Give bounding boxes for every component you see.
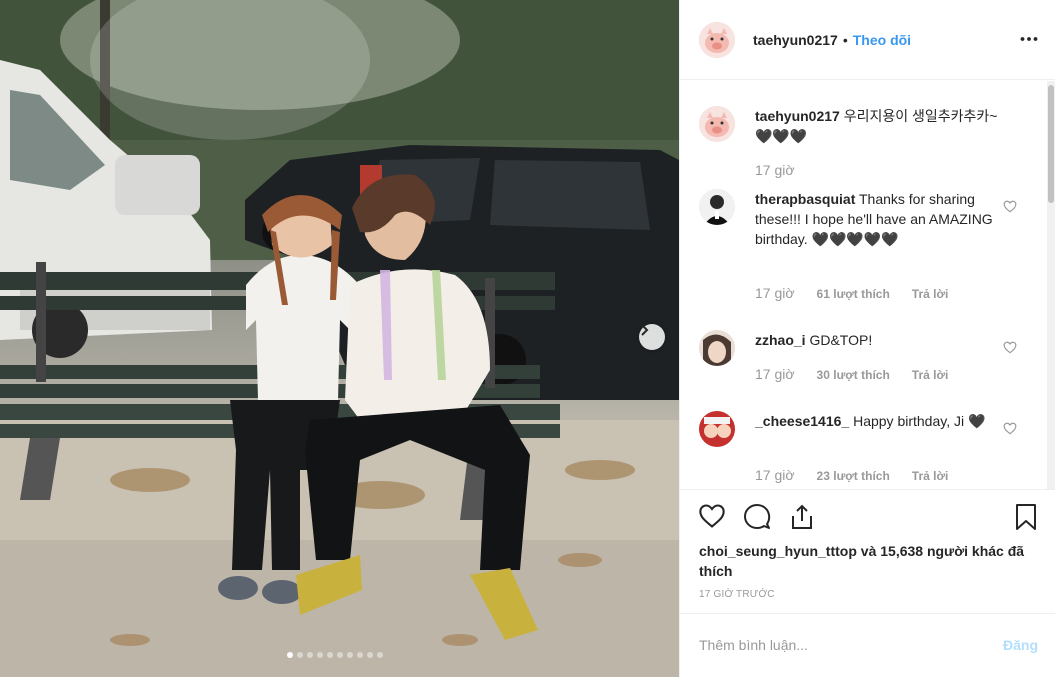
comment-time[interactable]: 17 giờ bbox=[755, 162, 795, 178]
caption-comment: taehyun0217 우리지용이 생일추카추카~🖤🖤🖤 17 giờ bbox=[699, 106, 1029, 186]
carousel-dot bbox=[377, 652, 383, 658]
comment-username[interactable]: _cheese1416_ bbox=[755, 413, 849, 429]
carousel-indicator bbox=[287, 652, 383, 658]
bookmark-icon bbox=[1016, 504, 1036, 530]
comment-like-button[interactable] bbox=[1003, 341, 1017, 359]
pig-avatar-icon bbox=[699, 106, 735, 142]
more-horizontal-icon bbox=[1020, 37, 1038, 41]
carousel-dot bbox=[367, 652, 373, 658]
comment-username[interactable]: therapbasquiat bbox=[755, 191, 855, 207]
comment-body: _cheese1416_ Happy birthday, Ji 🖤 bbox=[755, 411, 1013, 431]
comment-item: zzhao_i GD&TOP! 17 giờ 30 lượt thích Trả… bbox=[699, 330, 1029, 390]
share-icon bbox=[792, 504, 812, 529]
comment-likes[interactable]: 61 lượt thích bbox=[817, 287, 890, 301]
comment-meta: 17 giờ 61 lượt thích Trả lời bbox=[755, 285, 948, 301]
comment-text: Happy birthday, Ji 🖤 bbox=[849, 413, 986, 429]
user-photo-avatar-icon bbox=[699, 411, 735, 447]
comment-body: therapbasquiat Thanks for sharing these!… bbox=[755, 189, 1013, 249]
share-button[interactable] bbox=[788, 503, 816, 536]
like-button[interactable] bbox=[698, 503, 726, 534]
comment-avatar[interactable] bbox=[699, 189, 735, 225]
heart-outline-icon bbox=[1003, 200, 1017, 213]
post-timestamp[interactable]: 17 GIỜ TRƯỚC bbox=[699, 589, 775, 600]
author-avatar[interactable] bbox=[699, 21, 735, 58]
header-separator: • bbox=[842, 31, 848, 48]
comment-bubble-icon bbox=[744, 504, 771, 529]
save-button[interactable] bbox=[1014, 503, 1038, 536]
carousel-dot bbox=[317, 652, 323, 658]
comment-text: GD&TOP! bbox=[805, 332, 873, 348]
comment-time[interactable]: 17 giờ bbox=[755, 285, 795, 301]
heart-outline-icon bbox=[1003, 341, 1017, 354]
comment-meta: 17 giờ 30 lượt thích Trả lời bbox=[755, 366, 948, 382]
carousel-dot bbox=[327, 652, 333, 658]
carousel-next-button[interactable] bbox=[639, 324, 665, 350]
author-username[interactable]: taehyun0217 bbox=[753, 32, 838, 48]
post-header: taehyun0217 • Theo dõi bbox=[680, 0, 1055, 80]
comment-meta: 17 giờ bbox=[755, 162, 795, 178]
comments-list[interactable]: taehyun0217 우리지용이 생일추카추카~🖤🖤🖤 17 giờ ther… bbox=[680, 81, 1055, 489]
heart-icon bbox=[699, 504, 725, 528]
comment-input[interactable] bbox=[699, 634, 989, 656]
heart-outline-icon bbox=[1003, 422, 1017, 435]
likes-summary[interactable]: choi_seung_hyun_tttop và 15,638 người kh… bbox=[699, 541, 1039, 581]
comment-avatar[interactable] bbox=[699, 411, 735, 447]
comment-avatar[interactable] bbox=[699, 106, 735, 142]
carousel-dot bbox=[307, 652, 313, 658]
comment-button[interactable] bbox=[743, 503, 771, 536]
post-photo[interactable] bbox=[0, 0, 679, 677]
pig-avatar-icon bbox=[699, 21, 735, 58]
comment-username[interactable]: zzhao_i bbox=[755, 332, 806, 348]
user-photo-avatar-icon bbox=[699, 330, 735, 366]
comment-time[interactable]: 17 giờ bbox=[755, 467, 795, 483]
comment-body: taehyun0217 우리지용이 생일추카추카~🖤🖤🖤 bbox=[755, 106, 1013, 146]
carousel-dot bbox=[337, 652, 343, 658]
comment-like-button[interactable] bbox=[1003, 200, 1017, 218]
comment-username[interactable]: taehyun0217 bbox=[755, 108, 840, 124]
reply-button[interactable]: Trả lời bbox=[912, 469, 949, 483]
more-options-button[interactable] bbox=[1020, 30, 1038, 53]
carousel-dot bbox=[297, 652, 303, 658]
comment-likes[interactable]: 30 lượt thích bbox=[817, 368, 890, 382]
comment-body: zzhao_i GD&TOP! bbox=[755, 330, 1013, 350]
user-photo-avatar-icon bbox=[699, 189, 735, 225]
carousel-dot bbox=[287, 652, 293, 658]
comment-item: therapbasquiat Thanks for sharing these!… bbox=[699, 189, 1029, 309]
scrollbar-thumb[interactable] bbox=[1048, 85, 1054, 203]
reply-button[interactable]: Trả lời bbox=[912, 287, 949, 301]
comment-meta: 17 giờ 23 lượt thích Trả lời bbox=[755, 467, 948, 483]
comment-item: _cheese1416_ Happy birthday, Ji 🖤 17 giờ… bbox=[699, 411, 1029, 489]
comment-like-button[interactable] bbox=[1003, 422, 1017, 440]
carousel-dot bbox=[357, 652, 363, 658]
follow-button[interactable]: Theo dõi bbox=[853, 32, 911, 48]
post-actions: choi_seung_hyun_tttop và 15,638 người kh… bbox=[680, 489, 1055, 613]
photo-illustration bbox=[0, 0, 679, 677]
post-comment-button[interactable]: Đăng bbox=[1003, 637, 1038, 653]
reply-button[interactable]: Trả lời bbox=[912, 368, 949, 382]
comment-likes[interactable]: 23 lượt thích bbox=[817, 469, 890, 483]
comment-avatar[interactable] bbox=[699, 330, 735, 366]
chevron-right-icon bbox=[641, 324, 649, 336]
carousel-dot bbox=[347, 652, 353, 658]
comment-time[interactable]: 17 giờ bbox=[755, 366, 795, 382]
comments-scrollbar[interactable] bbox=[1047, 81, 1055, 489]
post-side-panel: taehyun0217 • Theo dõi taehyun0217 우리지용이… bbox=[679, 0, 1055, 677]
add-comment-bar: Đăng bbox=[680, 613, 1055, 677]
